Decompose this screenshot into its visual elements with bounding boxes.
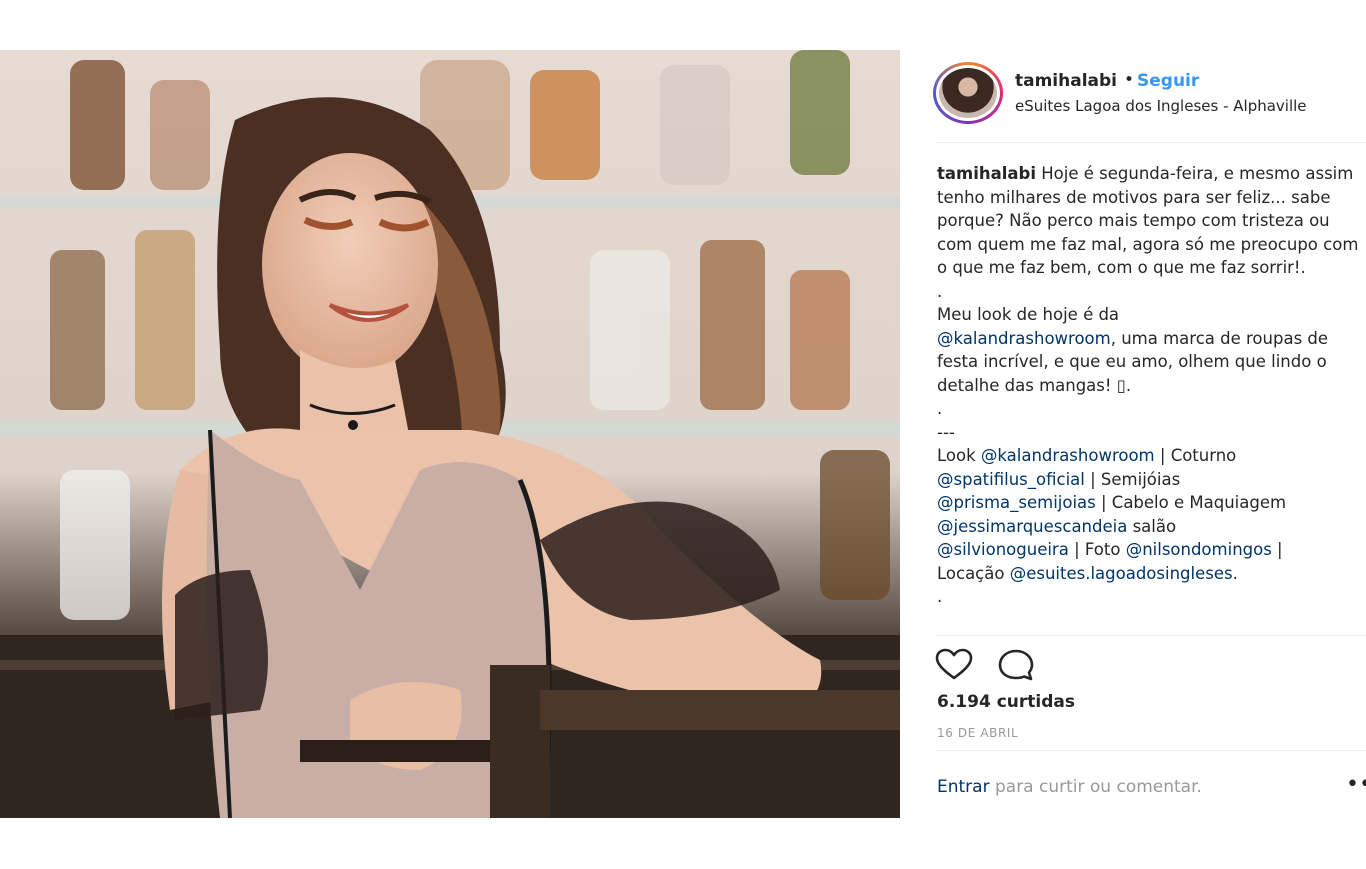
follow-button[interactable]: Seguir (1137, 71, 1199, 91)
post-date[interactable]: 16 DE ABRIL (937, 726, 1018, 740)
comment-bubble-icon (998, 649, 1034, 681)
avatar[interactable] (933, 62, 1003, 124)
separator-dot: • (1124, 70, 1135, 90)
mention-link[interactable]: @nilsondomingos (1126, 540, 1272, 559)
post-photo-art (0, 50, 900, 818)
mention-link[interactable]: @esuites.lagoadosingleses (1010, 564, 1233, 583)
divider (935, 750, 1366, 751)
caption-text: salão (1127, 516, 1177, 536)
post-actions (935, 648, 1366, 684)
caption-dot: . (937, 281, 943, 301)
likes-count[interactable]: 6.194 curtidas (937, 692, 1075, 712)
username-link[interactable]: tamihalabi (1015, 71, 1117, 91)
divider (935, 635, 1366, 636)
post-caption: tamihalabi Hoje é segunda-feira, e mesmo… (937, 162, 1362, 609)
caption-text: . (1232, 563, 1238, 583)
location-link[interactable]: eSuites Lagoa dos Ingleses - Alphaville (1015, 97, 1307, 115)
mention-link[interactable]: @kalandrashowroom (937, 329, 1111, 348)
post-photo[interactable] (0, 50, 900, 818)
caption-text: Locação (937, 563, 1010, 583)
divider (935, 142, 1366, 143)
caption-text: | Semijóias (1084, 469, 1181, 489)
mention-link[interactable]: @prisma_semijoias (937, 493, 1096, 512)
caption-dot: . (937, 587, 943, 606)
caption-text: . (1125, 375, 1132, 395)
caption-text: | (1271, 540, 1283, 559)
login-prompt-text: para curtir ou comentar. (989, 777, 1202, 797)
more-options-icon[interactable]: ••• (1346, 772, 1366, 797)
caption-dot: . (937, 399, 943, 418)
login-prompt: Entrar para curtir ou comentar. (937, 777, 1202, 797)
avatar-frame (936, 65, 1000, 121)
caption-dashes: --- (937, 422, 955, 442)
mention-link[interactable]: @silvionogueira (937, 540, 1069, 559)
post-side-panel: tamihalabi • Seguir eSuites Lagoa dos In… (900, 50, 1366, 818)
avatar-photo (939, 68, 997, 118)
emoji-glyph: ▯ (1116, 375, 1126, 395)
mention-link[interactable]: @spatifilus_oficial (937, 470, 1085, 489)
heart-outline-icon (935, 648, 973, 680)
caption-text: Look (937, 446, 981, 465)
mention-link[interactable]: @jessimarquescandeia (937, 517, 1127, 536)
login-link[interactable]: Entrar (937, 777, 990, 797)
like-button[interactable] (935, 648, 973, 682)
caption-author-link[interactable]: tamihalabi (937, 164, 1036, 183)
caption-text: Meu look de hoje é da (937, 305, 1120, 324)
caption-text: | Foto (1068, 540, 1126, 559)
comment-button[interactable] (997, 648, 1035, 682)
caption-text: | Coturno (1154, 446, 1237, 465)
caption-text: | Cabelo e Maquiagem (1095, 493, 1287, 512)
mention-link[interactable]: @kalandrashowroom (981, 446, 1155, 465)
post-header: tamihalabi • Seguir eSuites Lagoa dos In… (900, 50, 1366, 142)
